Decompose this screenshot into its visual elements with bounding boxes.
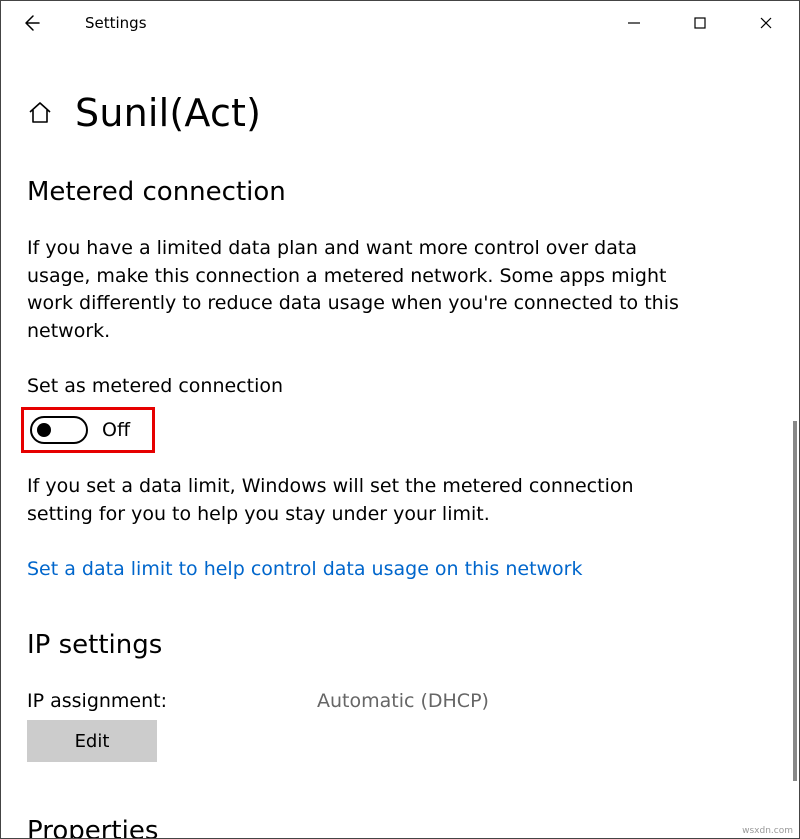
metered-toggle-label: Set as metered connection (27, 375, 773, 397)
maximize-icon (693, 16, 707, 30)
metered-toggle[interactable] (30, 416, 88, 444)
close-button[interactable] (733, 1, 799, 45)
close-icon (759, 16, 773, 30)
window-title: Settings (85, 14, 147, 32)
minimize-button[interactable] (601, 1, 667, 45)
page-title: Sunil(Act) (75, 91, 261, 135)
data-limit-text: If you set a data limit, Windows will se… (27, 473, 687, 528)
toggle-knob (37, 423, 51, 437)
ip-assignment-label: IP assignment: (27, 690, 317, 712)
watermark: wsxdn.com (742, 826, 793, 836)
properties-heading: Properties (27, 816, 773, 838)
metered-description: If you have a limited data plan and want… (27, 235, 687, 345)
metered-heading: Metered connection (27, 177, 773, 207)
minimize-icon (627, 16, 641, 30)
maximize-button[interactable] (667, 1, 733, 45)
ip-heading: IP settings (27, 630, 773, 660)
data-limit-link[interactable]: Set a data limit to help control data us… (27, 558, 583, 580)
back-button[interactable] (21, 1, 61, 45)
metered-toggle-highlight: Off (21, 407, 155, 453)
home-icon[interactable] (27, 100, 53, 126)
scrollbar[interactable] (793, 421, 797, 781)
edit-button[interactable]: Edit (27, 720, 157, 762)
arrow-left-icon (21, 13, 41, 33)
metered-toggle-state: Off (102, 419, 130, 441)
ip-assignment-value: Automatic (DHCP) (317, 690, 489, 712)
